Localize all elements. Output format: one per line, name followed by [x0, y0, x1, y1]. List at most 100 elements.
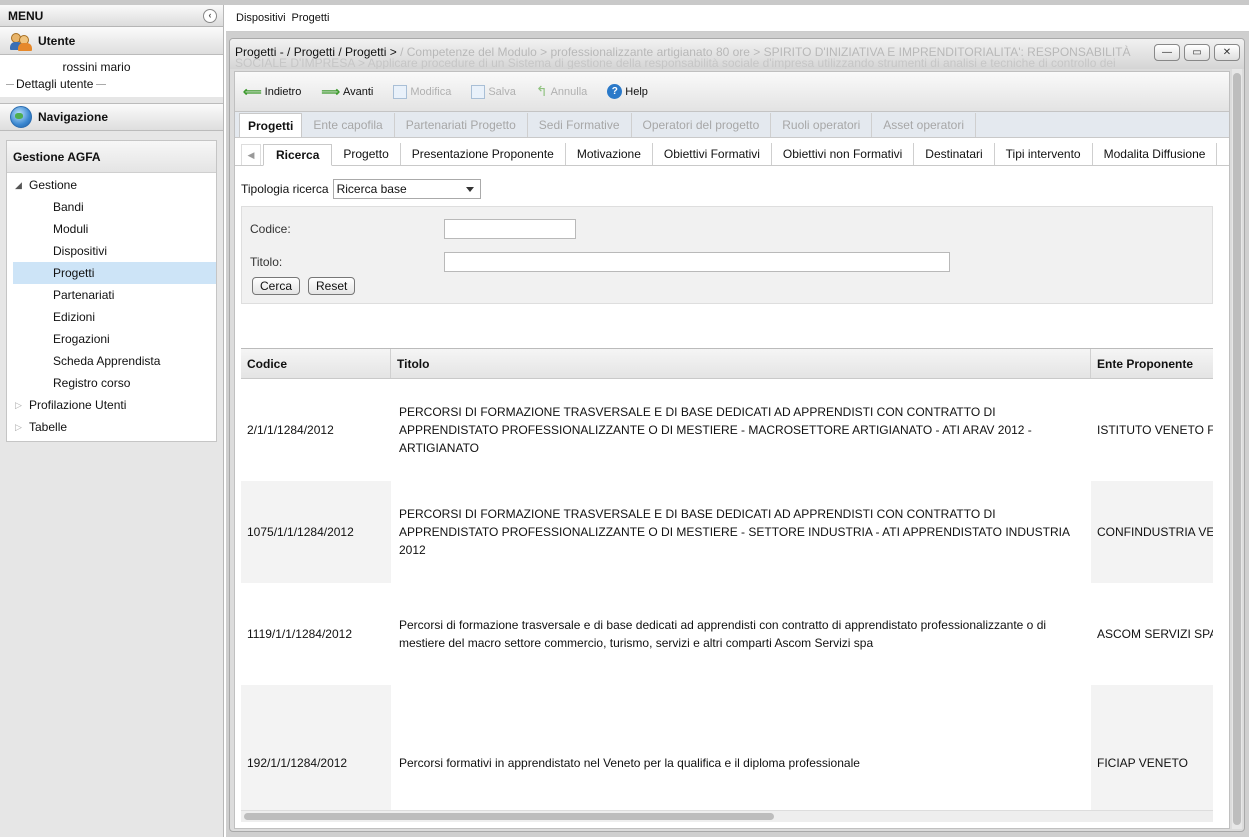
progetti-window: Progetti - / Progetti / Progetti > / Com…: [229, 38, 1245, 832]
salva-button[interactable]: Salva: [471, 84, 516, 99]
tab-asset-operatori[interactable]: Asset operatori: [872, 113, 977, 137]
breadcrumb-progetti[interactable]: Progetti: [292, 12, 330, 24]
table-row[interactable]: 2/1/1/1284/2012 PERCORSI DI FORMAZIONE T…: [241, 379, 1213, 481]
titolo-row: Titolo:: [250, 252, 950, 272]
tree-item-registro-corso[interactable]: Registro corso: [7, 372, 216, 394]
tab-presentazione-proponente[interactable]: Presentazione Proponente: [401, 143, 566, 165]
window-content: ⟸ Indietro ⟹ Avanti Modifica Salva ↰ Annull…: [234, 71, 1230, 829]
scrollbar-thumb[interactable]: [1233, 73, 1241, 825]
avanti-button[interactable]: ⟹ Avanti: [321, 84, 373, 100]
collapsed-triangle-icon[interactable]: ▷: [15, 400, 29, 411]
left-menu: MENU ‹ Utente rossini mario Dettagli ute…: [0, 5, 224, 837]
user-details-label: Dettagli utente: [16, 77, 94, 91]
search-buttons: Cerca Reset: [252, 277, 356, 295]
help-icon: ?: [607, 84, 623, 99]
tipologia-label: Tipologia ricerca: [241, 182, 329, 196]
tab-modalita-diffusione[interactable]: Modalita Diffusione: [1093, 143, 1218, 165]
edit-icon: [393, 84, 408, 99]
tab-tipi-intervento[interactable]: Tipi intervento: [995, 143, 1093, 165]
tab-ruoli-operatori[interactable]: Ruoli operatori: [771, 113, 873, 137]
tree-item-scheda-apprendista[interactable]: Scheda Apprendista: [7, 350, 216, 372]
tab-obiettivi-formativi[interactable]: Obiettivi Formativi: [653, 143, 772, 165]
help-button[interactable]: ? Help: [607, 84, 648, 99]
tree-node-label: Tabelle: [29, 420, 68, 434]
grid-header: Codice Titolo Ente Proponente: [241, 349, 1213, 379]
tab-partenariati-progetto[interactable]: Partenariati Progetto: [395, 113, 528, 137]
cell-ente: ISTITUTO VENETO F: [1097, 423, 1213, 437]
tipologia-row: Tipologia ricerca Ricerca base: [241, 178, 1213, 200]
codice-label: Codice:: [250, 222, 291, 236]
collapsed-triangle-icon[interactable]: ▷: [15, 422, 29, 433]
tree-item-moduli[interactable]: Moduli: [7, 218, 216, 240]
tab-progetti[interactable]: Progetti: [239, 113, 303, 137]
tab-sedi-formative[interactable]: Sedi Formative: [528, 113, 632, 137]
tree-item-dispositivi[interactable]: Dispositivi: [7, 240, 216, 262]
table-row[interactable]: 1075/1/1/1284/2012 PERCORSI DI FORMAZION…: [241, 481, 1213, 583]
tab-ricerca[interactable]: Ricerca: [263, 144, 333, 166]
tab-scroll-left-icon[interactable]: ◀: [241, 144, 261, 165]
tree-item-label: Partenariati: [53, 288, 115, 302]
help-label: Help: [625, 85, 648, 98]
modifica-button[interactable]: Modifica: [393, 84, 451, 99]
close-button[interactable]: ✕: [1214, 44, 1240, 61]
titolo-input[interactable]: [444, 252, 950, 272]
grid-horizontal-scrollbar[interactable]: [241, 810, 1213, 822]
minimize-button[interactable]: —: [1154, 44, 1180, 61]
primary-tabs: Progetti Ente capofila Partenariati Prog…: [235, 112, 1229, 138]
navigation-section-header[interactable]: Navigazione: [0, 103, 223, 131]
tree-item-partenariati[interactable]: Partenariati: [7, 284, 216, 306]
user-section-header[interactable]: Utente: [0, 27, 223, 55]
codice-row: Codice:: [250, 219, 576, 239]
cell-codice: 2/1/1/1284/2012: [247, 423, 334, 437]
tree-item-label: Scheda Apprendista: [53, 354, 161, 368]
arrow-left-icon: ⟸: [243, 83, 262, 99]
expanded-triangle-icon[interactable]: ◢: [15, 180, 29, 191]
window-vertical-scrollbar[interactable]: [1232, 69, 1242, 829]
tree-item-label: Moduli: [53, 222, 89, 236]
results-grid: Codice Titolo Ente Proponente 2/1/1/1284…: [241, 348, 1213, 822]
tab-operatori-del-progetto[interactable]: Operatori del progetto: [632, 113, 772, 137]
tab-ente-capofila[interactable]: Ente capofila: [302, 113, 395, 137]
cell-titolo: PERCORSI DI FORMAZIONE TRASVERSALE E DI …: [391, 379, 1091, 481]
window-controls: — ▭ ✕: [1154, 44, 1240, 61]
window-title-bar[interactable]: Progetti - / Progetti / Progetti > / Com…: [230, 39, 1244, 69]
menu-header: MENU ‹: [0, 5, 223, 27]
tree-item-erogazioni[interactable]: Erogazioni: [7, 328, 216, 350]
user-details-link[interactable]: Dettagli utente: [0, 77, 223, 91]
tab-obiettivi-non-formativi[interactable]: Obiettivi non Formativi: [772, 143, 915, 165]
tree-node-profilazione-utenti[interactable]: ▷ Profilazione Utenti: [7, 394, 216, 416]
tree-node-gestione[interactable]: ◢ Gestione: [7, 174, 216, 196]
tree-item-label: Dispositivi: [53, 244, 108, 258]
search-area: Tipologia ricerca Ricerca base Codice: T…: [241, 172, 1213, 304]
codice-input[interactable]: [444, 219, 576, 239]
users-icon: [10, 31, 32, 51]
secondary-tabs: ◀ Ricerca Progetto Presentazione Propone…: [235, 142, 1229, 166]
column-header-titolo[interactable]: Titolo: [391, 349, 1091, 378]
reset-button[interactable]: Reset: [308, 277, 356, 295]
collapse-menu-icon[interactable]: ‹: [203, 8, 217, 23]
breadcrumb-dispositivi[interactable]: Dispositivi: [236, 12, 286, 24]
tree-item-bandi[interactable]: Bandi: [7, 196, 216, 218]
tree-item-label: Erogazioni: [53, 332, 110, 346]
titolo-label: Titolo:: [250, 255, 283, 269]
tab-motivazione[interactable]: Motivazione: [566, 143, 653, 165]
tree-item-progetti[interactable]: Progetti: [13, 262, 216, 284]
table-row[interactable]: 1119/1/1/1284/2012 Percorsi di formazion…: [241, 583, 1213, 685]
tab-progetto[interactable]: Progetto: [332, 143, 401, 165]
table-row[interactable]: 192/1/1/1284/2012 Percorsi formativi in …: [241, 685, 1213, 822]
annulla-button[interactable]: ↰ Annulla: [536, 83, 587, 100]
cerca-button[interactable]: Cerca: [252, 277, 301, 295]
tipologia-select[interactable]: Ricerca base: [332, 179, 481, 199]
maximize-button[interactable]: ▭: [1184, 44, 1210, 61]
toolbar: ⟸ Indietro ⟹ Avanti Modifica Salva ↰ Annull…: [235, 72, 1229, 112]
indietro-button[interactable]: ⟸ Indietro: [243, 84, 301, 100]
column-header-codice[interactable]: Codice: [241, 349, 391, 378]
user-section-title: Utente: [38, 33, 76, 48]
scrollbar-thumb[interactable]: [244, 813, 774, 820]
tipologia-selected-value: Ricerca base: [336, 182, 407, 196]
tree-item-edizioni[interactable]: Edizioni: [7, 306, 216, 328]
tree-node-tabelle[interactable]: ▷ Tabelle: [7, 416, 216, 438]
window-title-path-line2: SOCIALE D'IMPRESA > Applicare procedure …: [235, 56, 1116, 69]
column-header-ente[interactable]: Ente Proponente: [1091, 349, 1213, 378]
tab-destinatari[interactable]: Destinatari: [914, 143, 995, 165]
